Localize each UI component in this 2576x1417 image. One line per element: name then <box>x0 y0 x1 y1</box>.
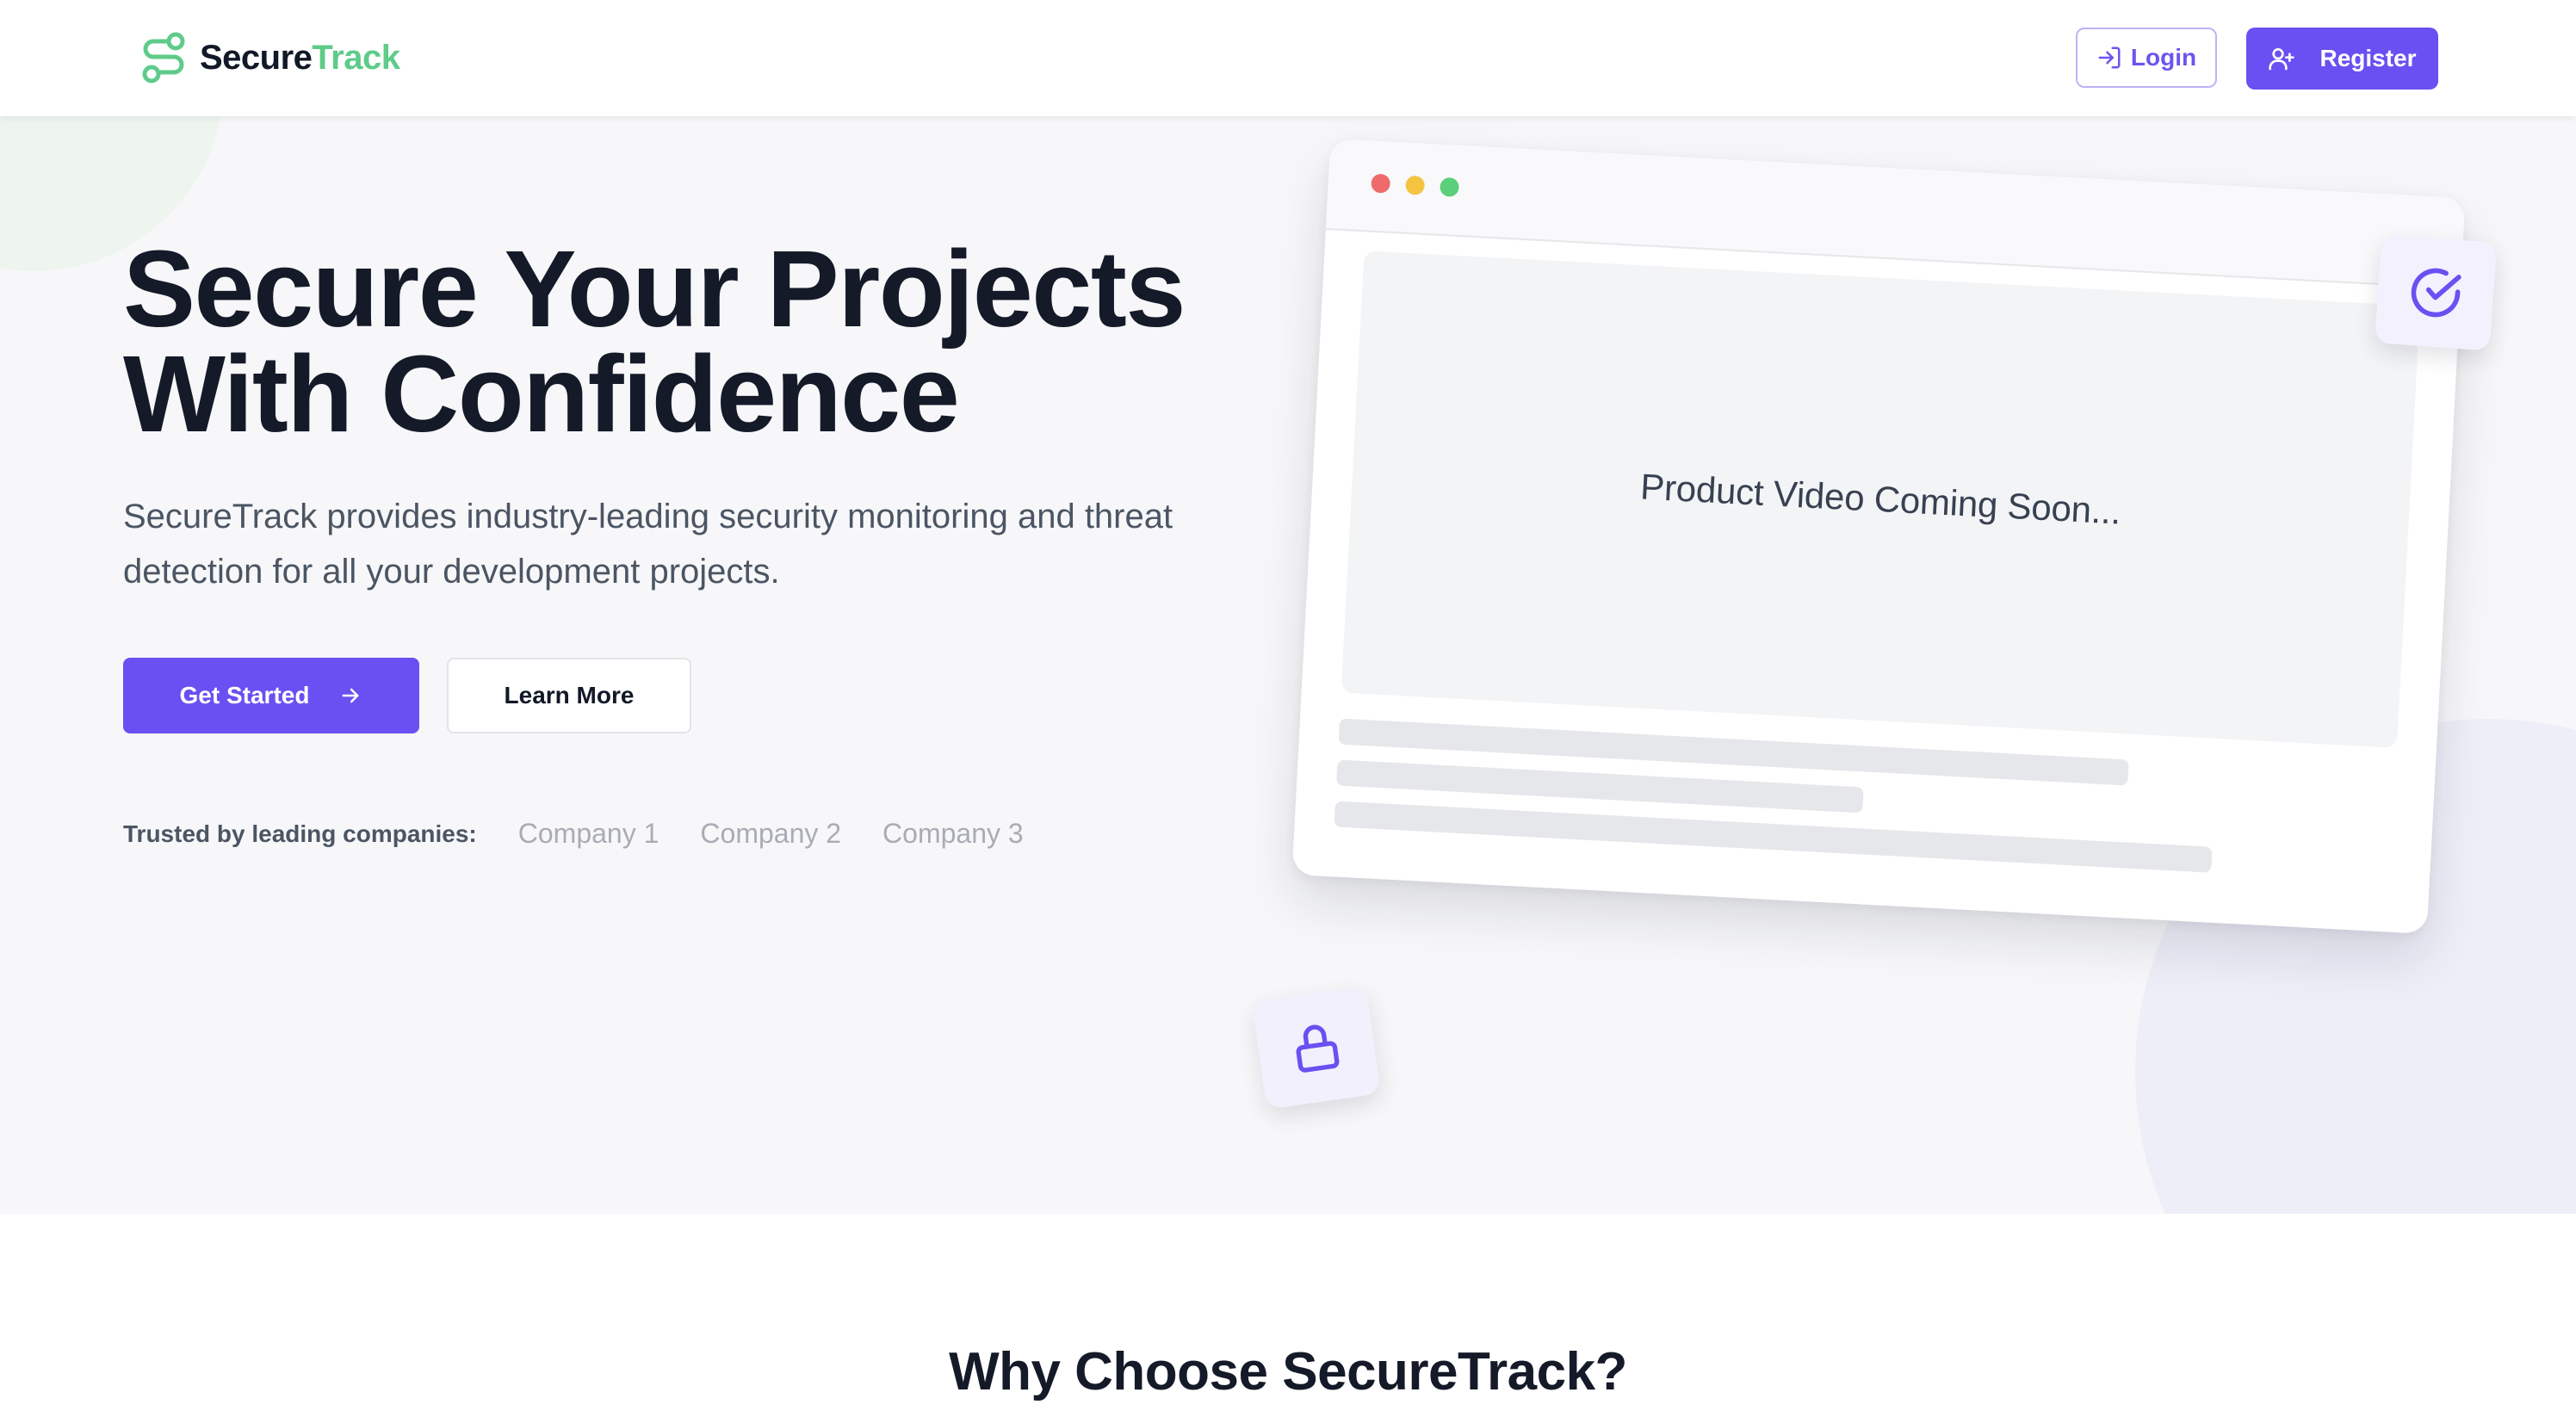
arrow-right-icon <box>343 688 359 703</box>
get-started-button[interactable]: Get Started <box>123 658 419 733</box>
user-plus-icon <box>2269 48 2295 71</box>
company-logo: Company 2 <box>700 818 842 849</box>
hero-title-line1: Secure Your Projects <box>123 228 1186 350</box>
window-dot-red <box>1371 173 1391 194</box>
path-route-icon <box>142 32 185 84</box>
get-started-label: Get Started <box>179 682 310 708</box>
features-title: Why Choose SecureTrack? <box>949 1342 1627 1402</box>
login-arrow-icon <box>2098 46 2121 69</box>
learn-more-button[interactable]: Learn More <box>447 658 691 733</box>
video-placeholder-text: Product Video Coming Soon... <box>1639 466 2122 532</box>
register-button[interactable]: Register <box>2246 28 2438 90</box>
company-logo: Company 1 <box>517 818 659 849</box>
window-dot-yellow <box>1405 175 1426 195</box>
lock-icon <box>1296 1024 1340 1073</box>
hero-subtitle: SecureTrack provides industry-leading se… <box>123 498 1173 591</box>
logo[interactable]: SecureTrack <box>139 32 400 84</box>
lock-badge <box>1251 986 1382 1110</box>
login-label: Login <box>2130 44 2197 71</box>
product-mockup: Product Video Coming Soon... <box>1291 139 2466 934</box>
register-label: Register <box>2319 45 2417 71</box>
check-badge <box>2374 234 2498 351</box>
brand-name-part1: Secure <box>200 38 313 77</box>
features-section: Why Choose SecureTrack? <box>0 1214 2576 1417</box>
video-placeholder[interactable]: Product Video Coming Soon... <box>1341 251 2420 748</box>
learn-more-label: Learn More <box>504 682 635 708</box>
mockup-window: Product Video Coming Soon... <box>1291 139 2466 934</box>
login-button[interactable]: Login <box>2076 28 2217 88</box>
check-circle-icon <box>2411 268 2461 318</box>
brand-name-part2: Track <box>312 38 400 77</box>
hero-title-line2: With Confidence <box>123 333 960 455</box>
trusted-label: Trusted by leading companies: <box>123 820 477 847</box>
hero-title: Secure Your Projects With Confidence <box>123 228 1328 455</box>
trusted-by: Trusted by leading companies: Company 1 … <box>123 818 1065 850</box>
brand-name: SecureTrack <box>200 38 400 77</box>
window-dot-green <box>1439 176 1460 197</box>
navbar: SecureTrack Login Register <box>0 0 2576 116</box>
company-logo: Company 3 <box>882 818 1024 849</box>
skeleton-line <box>1334 801 2213 873</box>
